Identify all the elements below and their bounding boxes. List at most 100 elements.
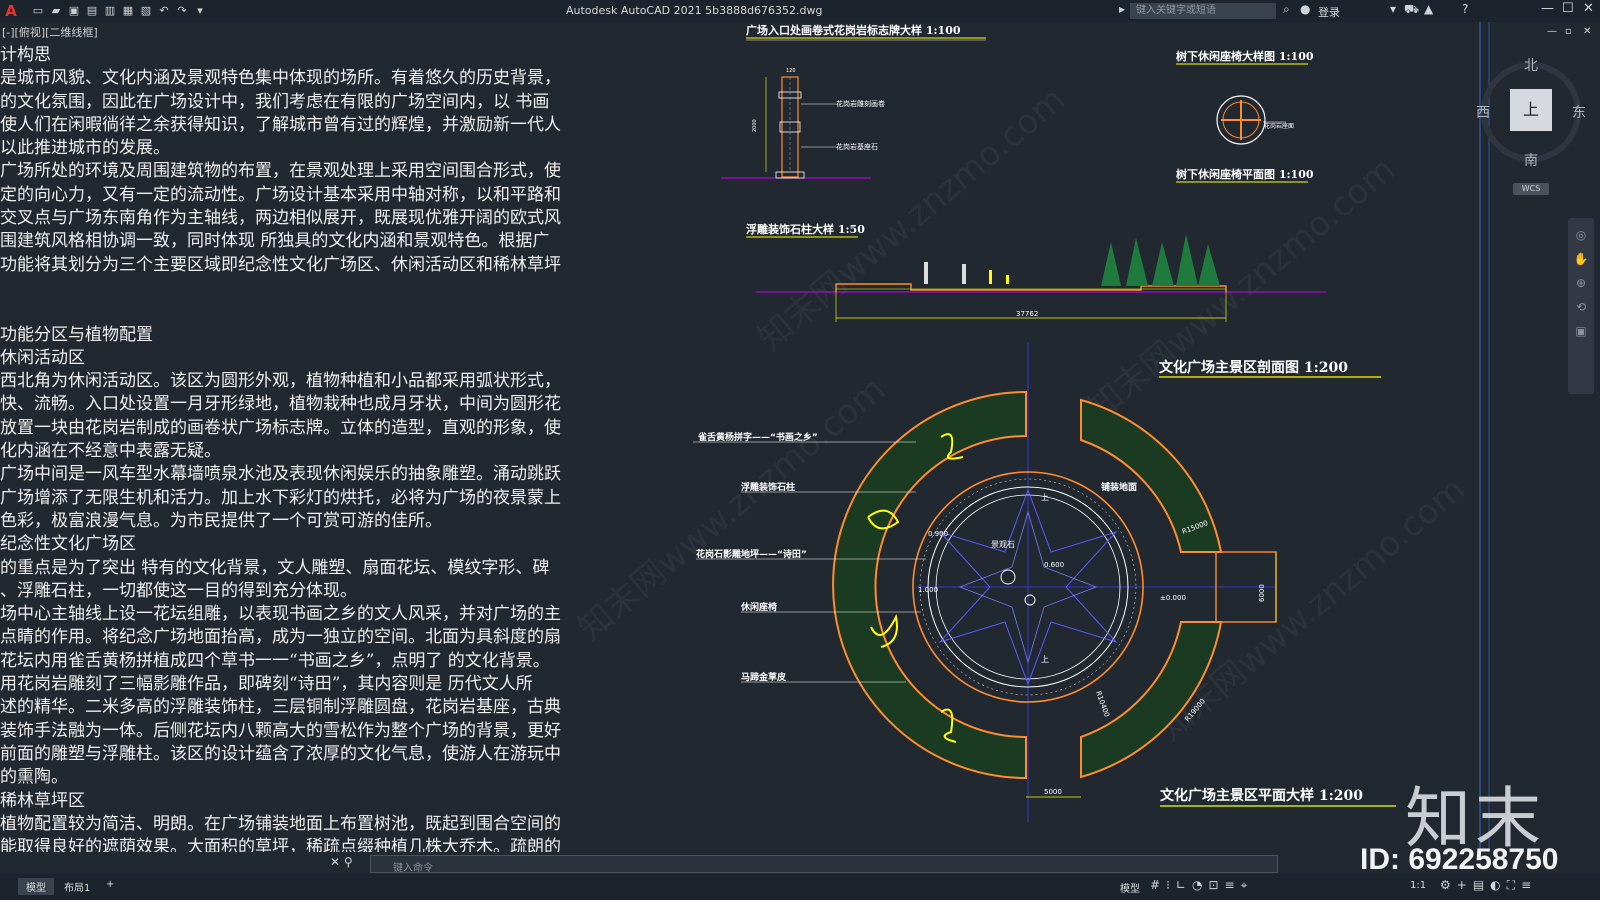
print-icon[interactable]: ▧ bbox=[140, 5, 152, 17]
tab-layout1[interactable]: 布局1 bbox=[56, 878, 98, 895]
pan-icon[interactable]: ✋ bbox=[1568, 252, 1594, 266]
fullscreen-icon[interactable]: ⛶ bbox=[1507, 878, 1521, 892]
snap-icon[interactable]: ⁝ bbox=[1166, 878, 1176, 892]
undo-icon[interactable]: ↶ bbox=[158, 5, 170, 17]
save-icon[interactable]: ▣ bbox=[68, 5, 80, 17]
text-line: 、浮雕石柱，一切都使这一目的得到充分体现。 bbox=[0, 580, 357, 601]
dropdown-icon[interactable]: ▾ bbox=[1390, 2, 1396, 16]
expand-arrow-icon[interactable]: ▸ bbox=[1119, 2, 1125, 16]
new-file-icon[interactable]: ▭ bbox=[32, 5, 44, 17]
text-line: 快、流畅。入口处设置一月牙形绿地，植物栽种也成月牙状，中间为圆形花 bbox=[0, 394, 561, 415]
title-relief-column: 浮雕装饰石柱大样 1:50 bbox=[746, 222, 865, 236]
osnap-icon[interactable]: ⊡ bbox=[1208, 878, 1224, 892]
dim-column-top: 120 bbox=[786, 68, 796, 74]
help-icon[interactable]: ? bbox=[1462, 2, 1468, 16]
text-line: 功能分区与植物配置 bbox=[0, 324, 153, 345]
design-description-text: 计构思 是城市风貌、文化内涵及景观特色集中体现的场所。有着悠久的历史背景， 的文化氛… bbox=[0, 44, 596, 852]
viewcube-west[interactable]: 西 bbox=[1476, 102, 1490, 122]
annotation-scale[interactable]: 1:1 bbox=[1410, 880, 1426, 891]
cart-icon[interactable]: ⛟ bbox=[1404, 2, 1419, 18]
commandline-close-icon[interactable]: ✕ ⚲ bbox=[330, 855, 353, 869]
cad-drawing: 广场入口处画卷式花岗岩标志牌大样 1:100 2000 120 花岗岩雕刻画卷 … bbox=[693, 22, 1490, 852]
login-button[interactable]: 登录 bbox=[1318, 4, 1340, 20]
level-0600: 0.600 bbox=[1044, 561, 1064, 569]
viewcube-east[interactable]: 东 bbox=[1572, 102, 1586, 122]
publish-icon[interactable]: ▦ bbox=[122, 5, 134, 17]
text-line: 花坛内用雀舌黄杨拼植成四个草书一一“书画之乡”，点明了 的文化背景。 bbox=[0, 650, 550, 671]
text-line bbox=[0, 277, 596, 300]
navigation-bar: ◎ ✋ ⊕ ⟲ ▣ bbox=[1568, 218, 1594, 394]
label-landscape-stone: 景观石 bbox=[991, 540, 1015, 549]
customize-dropdown-icon[interactable]: ▾ bbox=[194, 5, 206, 17]
text-line: 定的向心力，又有一定的流动性。广场设计基本采用中轴对称，以和平路和 bbox=[0, 184, 561, 205]
save-as-icon[interactable]: ▤ bbox=[86, 5, 98, 17]
step-up-south: 上 bbox=[1041, 655, 1049, 664]
autocad-logo-icon[interactable]: A bbox=[0, 2, 22, 20]
label-boxwood-characters: 雀舌黄杨拼字——“书画之乡” bbox=[697, 431, 818, 443]
text-line: 围建筑风格相协调一致，同时体现 所独具的文化内涵和景观特色。根据广 bbox=[0, 231, 550, 252]
isolate-icon[interactable]: ◐ bbox=[1490, 878, 1506, 892]
text-line: 广场中间是一风车型水幕墙喷泉水池及表现休闲娱乐的抽象雕塑。涌动跳跃 bbox=[0, 464, 561, 485]
level-0900: 0.900 bbox=[928, 530, 948, 538]
annotation-icon[interactable]: ⌖ bbox=[1241, 878, 1254, 892]
polar-icon[interactable]: ◔ bbox=[1192, 878, 1208, 892]
dim-column-height: 2000 bbox=[752, 119, 758, 132]
status-right-icons: ⚙+▤◐⛶≡ bbox=[1440, 878, 1537, 893]
drawing-canvas[interactable]: 知末网www.znzmo.com 知末网www.znzmo.com 知末网www… bbox=[571, 22, 1596, 852]
open-folder-icon[interactable]: ▰ bbox=[50, 5, 62, 17]
viewcube-top-face[interactable]: 上 bbox=[1510, 89, 1552, 131]
label-dichondra-lawn: 马蹄金草皮 bbox=[741, 671, 787, 683]
lineweight-icon[interactable]: ≡ bbox=[1225, 878, 1241, 892]
user-icon[interactable]: ● bbox=[1300, 2, 1310, 16]
help-search-input[interactable]: 键入关键字或短语 bbox=[1130, 3, 1276, 19]
tab-model[interactable]: 模型 bbox=[18, 878, 54, 895]
text-line: 前面的雕塑与浮雕柱。该区的设计蕴含了浓厚的文化气息，使游人在游玩中 bbox=[0, 743, 561, 764]
title-bench-plan: 树下休闲座椅平面图 1:100 bbox=[1176, 167, 1314, 181]
units-icon[interactable]: ▤ bbox=[1473, 878, 1490, 892]
minimize-button[interactable]: — bbox=[1541, 1, 1554, 16]
plus-icon[interactable]: + bbox=[1457, 878, 1473, 892]
showmotion-icon[interactable]: ▣ bbox=[1568, 324, 1594, 338]
text-line: 以此推进城市的发展。 bbox=[0, 138, 170, 159]
label-granite-floor: 花岗石影雕地坪——“诗田” bbox=[696, 548, 807, 560]
title-plan: 文化广场主景区平面大样 1:200 bbox=[1160, 787, 1363, 804]
label-bench-seat: 花岗岩座面 bbox=[1264, 122, 1294, 130]
text-line: 放置一块由花岗岩制成的画卷状广场标志牌。立体的造型，直观的形象，使 bbox=[0, 417, 561, 438]
a360-icon[interactable]: ▲ bbox=[1424, 2, 1433, 16]
grid-icon[interactable]: # bbox=[1150, 878, 1166, 892]
dim-5000: 5000 bbox=[1044, 788, 1062, 796]
label-relief-column: 浮雕装饰石柱 bbox=[741, 481, 795, 493]
text-line: 休闲活动区 bbox=[0, 347, 85, 368]
close-button[interactable]: ✕ bbox=[1583, 1, 1594, 16]
orbit-icon[interactable]: ⟲ bbox=[1568, 300, 1594, 314]
settings-gear-icon[interactable]: ⚙ bbox=[1440, 878, 1457, 892]
window-title: Autodesk AutoCAD 2021 5b3888d676352.dwg bbox=[566, 4, 823, 17]
text-line: 述的精华。二米多高的浮雕装饰柱，三层铜制浮雕圆盘，花岗岩基座，古典 bbox=[0, 697, 561, 718]
radius-10400: R10400 bbox=[1094, 690, 1111, 718]
maximize-button[interactable]: ☐ bbox=[1562, 1, 1574, 16]
wcs-menu[interactable]: WCS bbox=[1513, 183, 1549, 195]
text-line: 色彩，极富浪漫气息。为市民提供了一个可赏可游的佳所。 bbox=[0, 510, 442, 531]
status-bar bbox=[0, 874, 1600, 900]
ortho-icon[interactable]: ∟ bbox=[1176, 878, 1192, 892]
title-section: 文化广场主景区剖面图 1:200 bbox=[1159, 359, 1348, 376]
plot-icon[interactable]: ▥ bbox=[104, 5, 116, 17]
label-base-stone: 花岗岩基座石 bbox=[836, 142, 878, 151]
viewcube-north[interactable]: 北 bbox=[1524, 55, 1538, 75]
search-icon[interactable]: ⌕ bbox=[1283, 2, 1290, 17]
redo-icon[interactable]: ↷ bbox=[176, 5, 188, 17]
model-space-toggle[interactable]: 模型 bbox=[1120, 880, 1140, 895]
command-input[interactable]: 键入命令 bbox=[370, 855, 1278, 874]
menu-icon[interactable]: ≡ bbox=[1521, 878, 1537, 892]
zoom-icon[interactable]: ⊕ bbox=[1568, 276, 1594, 290]
viewport-controls[interactable]: [-][俯视][二维线框] bbox=[2, 24, 98, 40]
text-line: 用花岗岩雕刻了三幅影雕作品，即碑刻“诗田”，其内容则是 历代文人所 bbox=[0, 674, 533, 695]
brand-id: ID: 692258750 bbox=[1360, 843, 1559, 876]
add-layout-icon[interactable]: + bbox=[98, 878, 122, 891]
text-line: 功能将其划分为三个主要区域即纪念性文化广场区、休闲活动区和稀林草坪 bbox=[0, 254, 561, 275]
text-line: 的重点是为了突出 特有的文化背景，文人雕塑、扇面花坛、模纹字形、碑 bbox=[0, 557, 550, 578]
text-line: 的熏陶。 bbox=[0, 767, 68, 788]
text-line: 交叉点与广场东南角作为主轴线，两边相似展开，既展现优雅开阔的欧式风 bbox=[0, 208, 561, 229]
viewcube-south[interactable]: 南 bbox=[1524, 150, 1538, 170]
steering-wheel-icon[interactable]: ◎ bbox=[1568, 228, 1594, 242]
